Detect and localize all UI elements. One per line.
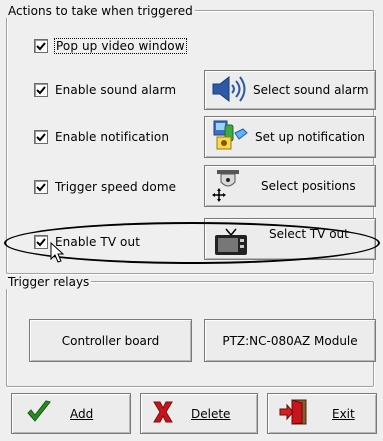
sound-alarm-checkbox[interactable] [34,83,48,97]
mouse-cursor-icon [50,241,65,268]
notification-icon [211,119,251,156]
exit-door-icon [278,398,310,429]
speed-dome-icon [211,168,247,205]
set-up-notification-button[interactable]: Set up notification [204,116,376,158]
speed-dome-row: Trigger speed dome [34,177,176,197]
speed-dome-label: Trigger speed dome [55,180,177,194]
speaker-icon [209,73,249,108]
exit-label: Exit [332,406,355,421]
delete-label: Delete [191,406,231,421]
notification-label: Enable notification [55,130,170,144]
tv-icon [213,227,249,260]
notification-checkbox[interactable] [34,130,48,144]
select-positions-button[interactable]: Select positions [204,165,376,207]
popup-video-row: Pop up video window [34,36,187,56]
trigger-actions-panel: Actions to take when triggered Pop up vi… [0,0,383,441]
controller-board-button[interactable]: Controller board [29,319,192,362]
relays-group-title: Trigger relays [6,275,92,289]
set-up-notification-label: Set up notification [255,130,366,144]
select-sound-alarm-button[interactable]: Select sound alarm [204,70,376,110]
add-label: Add [70,406,94,421]
tv-out-checkbox[interactable] [34,235,48,249]
checkmark-icon [26,399,52,428]
actions-group-title: Actions to take when triggered [6,4,195,18]
sound-alarm-label: Enable sound alarm [55,83,177,97]
select-positions-label: Select positions [261,179,356,193]
controller-board-label: Controller board [61,333,160,348]
ptz-module-label: PTZ:NC-080AZ Module [222,333,358,348]
select-sound-alarm-label: Select sound alarm [253,83,369,97]
delete-x-icon [151,399,175,428]
select-tv-out-button[interactable]: Select TV out [204,218,376,260]
ptz-module-button[interactable]: PTZ:NC-080AZ Module [204,319,376,362]
popup-video-checkbox[interactable] [34,39,48,53]
sound-alarm-row: Enable sound alarm [34,80,176,100]
delete-button[interactable]: Delete [140,393,258,434]
speed-dome-checkbox[interactable] [34,180,48,194]
notification-row: Enable notification [34,127,169,147]
tv-out-label: Enable TV out [55,235,140,249]
popup-video-label: Pop up video window [54,38,187,54]
select-tv-out-label: Select TV out [269,227,349,241]
add-button[interactable]: Add [11,393,131,434]
exit-button[interactable]: Exit [267,393,377,434]
